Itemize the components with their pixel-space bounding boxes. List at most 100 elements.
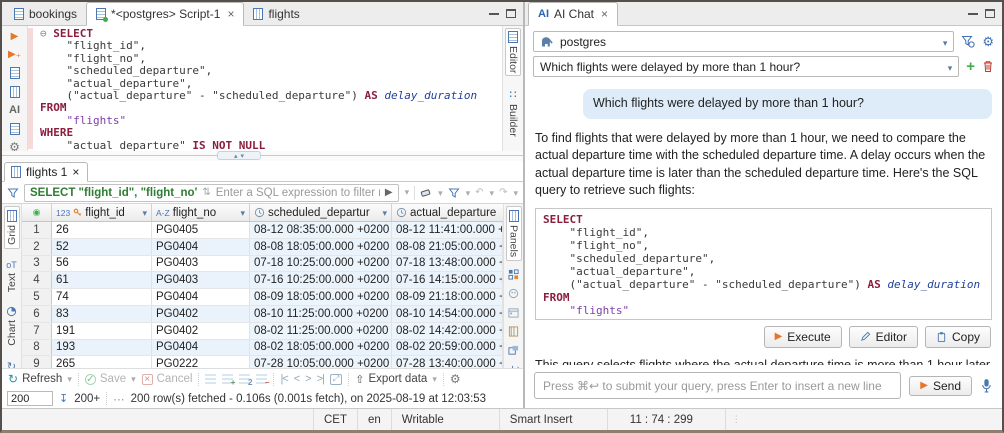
editor-results-splitter[interactable]: ▴ ▾ xyxy=(2,151,523,161)
table-row[interactable]: 6 83 PG0402 08-10 11:25:00.000 +0200 08-… xyxy=(22,306,503,323)
back-icon[interactable]: ↶ xyxy=(475,187,483,198)
cell-actual-departure[interactable]: 08-10 14:54:00.000 +0 xyxy=(392,306,503,322)
explain-plan-icon[interactable] xyxy=(10,67,20,79)
maximize-icon[interactable] xyxy=(985,9,995,18)
edit-cell-icon[interactable] xyxy=(205,374,216,384)
caret-position-indicator[interactable]: 11 : 74 : 299 xyxy=(608,409,726,430)
connection-select[interactable]: postgres xyxy=(533,31,954,52)
row-number[interactable]: 2 xyxy=(22,239,52,255)
microphone-icon[interactable] xyxy=(980,378,993,393)
table-row[interactable]: 4 61 PG0403 07-16 10:25:00.000 +0200 07-… xyxy=(22,272,503,289)
column-header-flight-id[interactable]: 123 flight_id xyxy=(52,204,152,221)
tab-flights-1[interactable]: flights 1 × xyxy=(4,162,88,182)
cell-flight-no[interactable]: PG0404 xyxy=(152,289,250,305)
column-header-flight-no[interactable]: A-Z flight_no xyxy=(152,204,250,221)
row-count-badge[interactable]: 200+ xyxy=(74,393,100,405)
execute-script-icon[interactable] xyxy=(10,86,20,98)
filter-history-dropdown-icon[interactable] xyxy=(404,187,410,198)
cell-flight-id[interactable]: 265 xyxy=(52,356,152,368)
cell-flight-id[interactable]: 56 xyxy=(52,256,152,272)
sql-code-block[interactable]: SELECT "flight_id", "flight_no", "schedu… xyxy=(535,208,992,320)
row-number[interactable]: 3 xyxy=(22,256,52,272)
last-row-icon[interactable]: >| xyxy=(317,373,324,385)
cell-scheduled-departure[interactable]: 08-10 11:25:00.000 +0200 xyxy=(250,306,392,322)
tab-editor-view[interactable]: Editor xyxy=(505,28,521,76)
ai-settings-icon[interactable]: ⚙ xyxy=(982,36,994,47)
cell-actual-departure[interactable]: 08-09 21:18:00.000 +0 xyxy=(392,289,503,305)
cell-flight-no[interactable]: PG0403 xyxy=(152,256,250,272)
grid-settings-icon[interactable]: ⚙ xyxy=(450,374,461,385)
cell-flight-id[interactable]: 61 xyxy=(52,272,152,288)
tab-builder-view[interactable]: ∷ Builder xyxy=(506,86,520,139)
close-icon[interactable]: × xyxy=(72,165,79,179)
cell-scheduled-departure[interactable]: 07-28 10:05:00.000 +0200 xyxy=(250,356,392,368)
refresh-button[interactable]: ↻ Refresh xyxy=(8,372,72,386)
writable-indicator[interactable]: Writable xyxy=(392,409,500,430)
column-header-actual-departure[interactable]: actual_departure xyxy=(392,204,503,221)
sort-dropdown-icon[interactable] xyxy=(380,207,387,219)
tab-script-1[interactable]: *<postgres> Script-1 × xyxy=(86,2,244,26)
cell-flight-id[interactable]: 191 xyxy=(52,323,152,339)
language-indicator[interactable]: en xyxy=(358,409,392,430)
row-number[interactable]: 5 xyxy=(22,289,52,305)
cell-scheduled-departure[interactable]: 07-18 10:25:00.000 +0200 xyxy=(250,256,392,272)
cell-actual-departure[interactable]: 07-16 14:15:00.000 +0 xyxy=(392,272,503,288)
tab-text-view[interactable]: oT Text xyxy=(5,257,19,295)
tab-panels[interactable]: Panels xyxy=(506,206,522,261)
cell-flight-no[interactable]: PG0404 xyxy=(152,340,250,356)
cell-flight-no[interactable]: PG0403 xyxy=(152,272,250,288)
expand-filter-icon[interactable]: ⇅ xyxy=(202,187,210,198)
row-number[interactable]: 7 xyxy=(22,323,52,339)
table-row[interactable]: 3 56 PG0403 07-18 10:25:00.000 +0200 07-… xyxy=(22,256,503,273)
cell-actual-departure[interactable]: 08-12 11:41:00.000 +0 xyxy=(392,222,503,238)
panel-calendar-icon[interactable] xyxy=(508,307,519,318)
tab-chart-view[interactable]: Chart xyxy=(5,303,19,349)
eraser-icon[interactable] xyxy=(420,187,432,199)
row-number[interactable]: 6 xyxy=(22,306,52,322)
next-row-icon[interactable]: > xyxy=(305,373,310,385)
table-row[interactable]: 7 191 PG0402 08-02 11:25:00.000 +0200 08… xyxy=(22,323,503,340)
cancel-button[interactable]: × Cancel xyxy=(142,373,193,385)
column-header-scheduled-departure[interactable]: scheduled_departur xyxy=(250,204,392,221)
timezone-indicator[interactable]: CET xyxy=(314,409,358,430)
cell-scheduled-departure[interactable]: 08-08 18:05:00.000 +0200 xyxy=(250,239,392,255)
cell-flight-no[interactable]: PG0405 xyxy=(152,222,250,238)
cell-scheduled-departure[interactable]: 08-02 11:25:00.000 +0200 xyxy=(250,323,392,339)
tab-flights[interactable]: flights xyxy=(244,2,308,25)
add-row-icon[interactable] xyxy=(222,374,233,384)
cell-actual-departure[interactable]: 08-02 20:59:00.000 +0 xyxy=(392,340,503,356)
tab-bookings[interactable]: bookings xyxy=(5,2,86,25)
sort-dropdown-icon[interactable] xyxy=(238,207,245,219)
save-button[interactable]: ✓ Save xyxy=(85,373,136,385)
question-select[interactable]: Which flights were delayed by more than … xyxy=(533,56,959,77)
table-row[interactable]: 2 52 PG0404 08-08 18:05:00.000 +0200 08-… xyxy=(22,239,503,256)
cell-flight-id[interactable]: 83 xyxy=(52,306,152,322)
row-number[interactable]: 4 xyxy=(22,272,52,288)
tab-record-view[interactable]: ↻ Record xyxy=(5,357,19,368)
statusbar-handle-icon[interactable]: ⋮ xyxy=(726,414,748,425)
table-row[interactable]: 8 193 PG0404 08-02 18:05:00.000 +0200 08… xyxy=(22,340,503,357)
filter-input[interactable]: SELECT "flight_id", "flight_no' ⇅ Enter … xyxy=(24,184,399,202)
cell-actual-departure[interactable]: 07-18 13:48:00.000 +0 xyxy=(392,256,503,272)
table-row[interactable]: 5 74 PG0404 08-09 18:05:00.000 +0200 08-… xyxy=(22,289,503,306)
execute-statement-icon[interactable]: ▶ xyxy=(11,31,19,42)
forward-icon[interactable]: ↷ xyxy=(499,187,507,198)
more-icon[interactable]: ⋯ xyxy=(113,392,125,406)
panel-grouping-icon[interactable] xyxy=(508,269,519,280)
fetch-size-input[interactable] xyxy=(7,391,53,406)
cell-scheduled-departure[interactable]: 08-02 18:05:00.000 +0200 xyxy=(250,340,392,356)
apply-filter-icon[interactable]: ▶ xyxy=(385,187,393,198)
cell-flight-id[interactable]: 52 xyxy=(52,239,152,255)
cell-flight-no[interactable]: PG0402 xyxy=(152,323,250,339)
cell-actual-departure[interactable]: 08-02 14:42:00.000 +0 xyxy=(392,323,503,339)
cell-flight-id[interactable]: 26 xyxy=(52,222,152,238)
close-icon[interactable]: × xyxy=(601,7,608,21)
copy-button[interactable]: Copy xyxy=(925,326,991,349)
send-button[interactable]: ▶ Send xyxy=(909,376,972,396)
cell-flight-no[interactable]: PG0404 xyxy=(152,239,250,255)
ai-assistant-icon[interactable]: AI xyxy=(9,105,20,116)
panel-references-icon[interactable] xyxy=(508,345,519,356)
tab-ai-chat[interactable]: AI AI Chat × xyxy=(528,2,618,26)
minimize-icon[interactable] xyxy=(489,12,499,15)
sql-editor[interactable]: ⊖ SELECT "flight_id", "flight_no", "sche… xyxy=(33,26,502,151)
